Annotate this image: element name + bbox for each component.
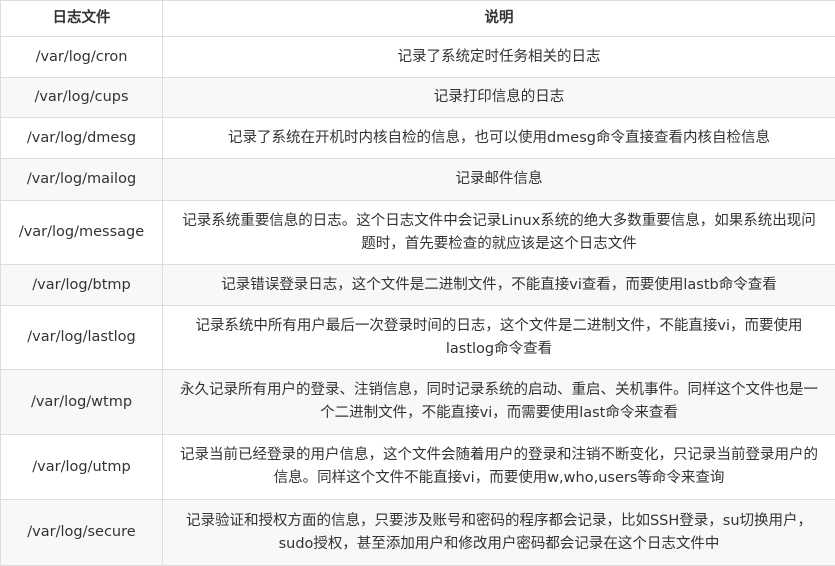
log-file-description: 记录系统重要信息的日志。这个日志文件中会记录Linux系统的绝大多数重要信息，如… bbox=[163, 201, 835, 265]
table-header-row: 日志文件 说明 bbox=[1, 1, 835, 37]
log-file-description: 记录打印信息的日志 bbox=[163, 78, 835, 118]
table-row: /var/log/dmesg 记录了系统在开机时内核自检的信息，也可以使用dme… bbox=[1, 118, 835, 159]
table-row: /var/log/utmp 记录当前已经登录的用户信息，这个文件会随着用户的登录… bbox=[1, 435, 835, 500]
log-file-path: /var/log/cups bbox=[1, 78, 163, 118]
log-file-description: 记录错误登录日志，这个文件是二进制文件，不能直接vi查看，而要使用lastb命令… bbox=[163, 265, 835, 306]
log-file-path: /var/log/wtmp bbox=[1, 370, 163, 435]
header-log-file: 日志文件 bbox=[1, 1, 163, 37]
log-file-path: /var/log/dmesg bbox=[1, 118, 163, 159]
table-row: /var/log/btmp 记录错误登录日志，这个文件是二进制文件，不能直接vi… bbox=[1, 265, 835, 306]
log-file-description: 记录系统中所有用户最后一次登录时间的日志，这个文件是二进制文件，不能直接vi，而… bbox=[163, 306, 835, 370]
log-file-description: 记录验证和授权方面的信息，只要涉及账号和密码的程序都会记录，比如SSH登录，su… bbox=[163, 500, 835, 566]
table-row: /var/log/message 记录系统重要信息的日志。这个日志文件中会记录L… bbox=[1, 201, 835, 265]
log-file-path: /var/log/utmp bbox=[1, 435, 163, 500]
log-file-description: 记录邮件信息 bbox=[163, 159, 835, 201]
log-files-table: 日志文件 说明 /var/log/cron 记录了系统定时任务相关的日志 /va… bbox=[0, 0, 835, 566]
table-row: /var/log/cron 记录了系统定时任务相关的日志 bbox=[1, 37, 835, 78]
log-file-description: 记录当前已经登录的用户信息，这个文件会随着用户的登录和注销不断变化，只记录当前登… bbox=[163, 435, 835, 500]
log-file-description: 记录了系统在开机时内核自检的信息，也可以使用dmesg命令直接查看内核自检信息 bbox=[163, 118, 835, 159]
log-file-path: /var/log/message bbox=[1, 201, 163, 265]
table-row: /var/log/wtmp 永久记录所有用户的登录、注销信息，同时记录系统的启动… bbox=[1, 370, 835, 435]
log-file-path: /var/log/lastlog bbox=[1, 306, 163, 370]
log-file-path: /var/log/cron bbox=[1, 37, 163, 78]
log-file-description: 记录了系统定时任务相关的日志 bbox=[163, 37, 835, 78]
log-file-path: /var/log/mailog bbox=[1, 159, 163, 201]
table-row: /var/log/cups 记录打印信息的日志 bbox=[1, 78, 835, 118]
log-file-path: /var/log/btmp bbox=[1, 265, 163, 306]
header-description: 说明 bbox=[163, 1, 835, 37]
table-row: /var/log/mailog 记录邮件信息 bbox=[1, 159, 835, 201]
table-row: /var/log/lastlog 记录系统中所有用户最后一次登录时间的日志，这个… bbox=[1, 306, 835, 370]
table-row: /var/log/secure 记录验证和授权方面的信息，只要涉及账号和密码的程… bbox=[1, 500, 835, 566]
log-file-path: /var/log/secure bbox=[1, 500, 163, 566]
log-file-description: 永久记录所有用户的登录、注销信息，同时记录系统的启动、重启、关机事件。同样这个文… bbox=[163, 370, 835, 435]
